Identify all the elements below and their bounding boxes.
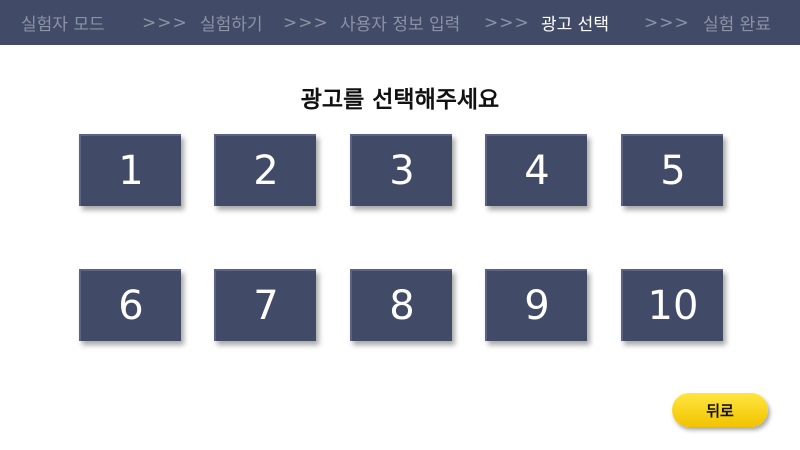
step-user-info: 사용자 정보 입력	[340, 15, 461, 35]
ad-button-4[interactable]: 4	[485, 134, 587, 206]
ad-button-9[interactable]: 9	[485, 269, 587, 341]
step-complete: 실험 완료	[703, 15, 771, 35]
page-title: 광고를 선택해주세요	[300, 87, 500, 113]
step-ad-select: 광고 선택	[541, 15, 609, 35]
step-separator: >>>	[283, 12, 329, 33]
ad-button-7[interactable]: 7	[214, 269, 316, 341]
back-button[interactable]: 뒤로	[672, 393, 768, 427]
ad-button-2[interactable]: 2	[214, 134, 316, 206]
ad-button-5[interactable]: 5	[621, 134, 723, 206]
ad-button-6[interactable]: 6	[79, 269, 181, 341]
step-separator: >>>	[142, 12, 188, 33]
progress-bar: 실험자 모드 >>> 실험하기 >>> 사용자 정보 입력 >>> 광고 선택 …	[0, 0, 800, 45]
step-experiment: 실험하기	[200, 15, 263, 35]
ad-button-10[interactable]: 10	[621, 269, 723, 341]
ad-button-1[interactable]: 1	[79, 134, 181, 206]
step-separator: >>>	[484, 12, 530, 33]
step-experimenter-mode: 실험자 모드	[21, 15, 105, 35]
ad-button-8[interactable]: 8	[350, 269, 452, 341]
step-separator: >>>	[644, 12, 690, 33]
ad-button-3[interactable]: 3	[350, 134, 452, 206]
